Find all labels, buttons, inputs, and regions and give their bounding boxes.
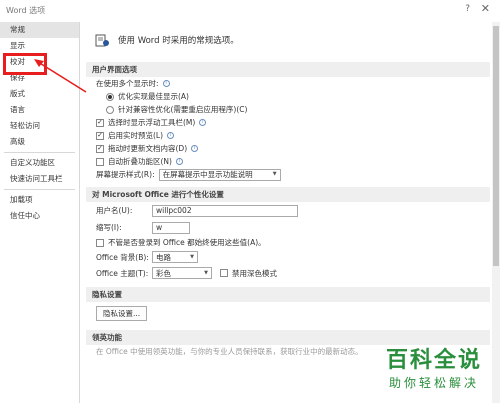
checkbox-minitoolbar-box[interactable]: ✓ xyxy=(96,118,104,127)
background-select[interactable]: 电路 ▼ xyxy=(152,251,198,263)
screentip-label: 屏幕提示样式(R): xyxy=(96,170,155,179)
username-label: 用户名(U): xyxy=(96,206,133,215)
checkbox-live-preview-box[interactable]: ✓ xyxy=(96,131,104,140)
radio-compat[interactable]: 针对兼容性优化(需要重启应用程序)(C) xyxy=(86,103,490,116)
checkbox-minitoolbar[interactable]: ✓ 选择时显示浮动工具栏(M) i xyxy=(86,116,490,129)
username-row: 用户名(U): willpc002 xyxy=(86,202,490,219)
close-icon[interactable]: ✕ xyxy=(481,2,490,15)
sidebar-item-addins[interactable]: 加载项 xyxy=(0,192,79,208)
theme-label: Office 主题(T): xyxy=(96,268,149,278)
chevron-down-icon: ▼ xyxy=(190,253,194,260)
checkbox-dark-mode-box[interactable] xyxy=(220,269,228,277)
sidebar-item-quick-access[interactable]: 快速访问工具栏 xyxy=(0,171,79,187)
initials-row: 缩写(I): w xyxy=(86,219,490,236)
privacy-row: 隐私设置... xyxy=(86,302,490,324)
info-icon: i xyxy=(199,119,207,126)
radio-appearance[interactable]: 优化实现最佳显示(A) xyxy=(86,90,490,103)
privacy-settings-button[interactable]: 隐私设置... xyxy=(96,305,148,321)
radio-compat-button[interactable] xyxy=(106,105,114,114)
chevron-down-icon: ▼ xyxy=(204,269,208,276)
sidebar-item-trust-center[interactable]: 信任中心 xyxy=(0,208,79,224)
section-ui-options: 用户界面选项 xyxy=(86,62,490,77)
initials-input[interactable]: w xyxy=(152,221,190,234)
info-icon: i xyxy=(191,145,199,152)
checkbox-collapse-ribbon-box[interactable] xyxy=(96,157,104,166)
checkbox-update-drag[interactable]: ✓ 拖动时更新文档内容(D) i xyxy=(86,142,490,155)
sidebar-item-display[interactable]: 显示 xyxy=(0,38,79,54)
sidebar-item-advanced[interactable]: 高级 xyxy=(0,134,79,150)
info-icon: i xyxy=(167,132,175,139)
page-title: 使用 Word 时采用的常规选项。 xyxy=(118,36,239,46)
checkbox-update-drag-box[interactable]: ✓ xyxy=(96,144,104,153)
checkbox-always-use[interactable]: 不管是否登录到 Office 都始终使用这些值(A)。 xyxy=(86,236,490,249)
screentip-select[interactable]: 在屏幕提示中显示功能说明 ▼ xyxy=(158,168,281,181)
help-icon[interactable]: ? xyxy=(465,4,470,14)
initials-label: 缩写(I): xyxy=(96,223,122,232)
scrollbar[interactable] xyxy=(492,22,500,403)
section-privacy: 隐私设置 xyxy=(86,287,490,302)
theme-row: Office 主题(T): 彩色 ▼ 禁用深色模式 xyxy=(86,265,490,281)
title-bar: Word 选项 ? ✕ xyxy=(0,0,500,20)
info-icon: i xyxy=(162,80,170,87)
window-title: Word 选项 xyxy=(6,5,46,15)
checkbox-live-preview[interactable]: ✓ 启用实时预览(L) i xyxy=(86,129,490,142)
watermark-small: 助你轻松解决 xyxy=(388,376,479,390)
radio-appearance-button[interactable] xyxy=(106,92,114,101)
background-label: Office 背景(B): xyxy=(96,252,149,262)
sidebar-item-language[interactable]: 语言 xyxy=(0,102,79,118)
sidebar-item-customize-ribbon[interactable]: 自定义功能区 xyxy=(0,155,79,171)
username-input[interactable]: willpc002 xyxy=(152,204,298,217)
checkbox-always-use-box[interactable] xyxy=(96,238,104,247)
red-arrow-annotation xyxy=(34,59,87,93)
watermark-logo: 百科全说 助你轻松解决 xyxy=(386,342,482,391)
sidebar-separator xyxy=(4,189,75,190)
sidebar-item-accessibility[interactable]: 轻松访问 xyxy=(0,118,79,134)
scrollbar-thumb[interactable] xyxy=(493,26,499,266)
info-icon: i xyxy=(175,158,183,165)
multi-display-label: 在使用多个显示时: i xyxy=(86,77,490,90)
sidebar-separator xyxy=(4,152,75,153)
general-settings-icon xyxy=(94,32,110,48)
chevron-down-icon: ▼ xyxy=(272,171,277,177)
panel-header: 使用 Word 时采用的常规选项。 xyxy=(86,22,490,58)
theme-select[interactable]: 彩色 ▼ xyxy=(152,267,212,279)
background-row: Office 背景(B): 电路 ▼ xyxy=(86,249,490,265)
section-personalize: 对 Microsoft Office 进行个性化设置 xyxy=(86,187,490,202)
checkbox-dark-mode-label: 禁用深色模式 xyxy=(232,268,277,278)
watermark-big: 百科全说 xyxy=(385,348,482,373)
checkbox-collapse-ribbon[interactable]: 自动折叠功能区(N) i xyxy=(86,155,490,168)
screentip-row: 屏幕提示样式(R): 在屏幕提示中显示功能说明 ▼ xyxy=(86,168,490,181)
sidebar-item-general[interactable]: 常规 xyxy=(0,22,79,38)
